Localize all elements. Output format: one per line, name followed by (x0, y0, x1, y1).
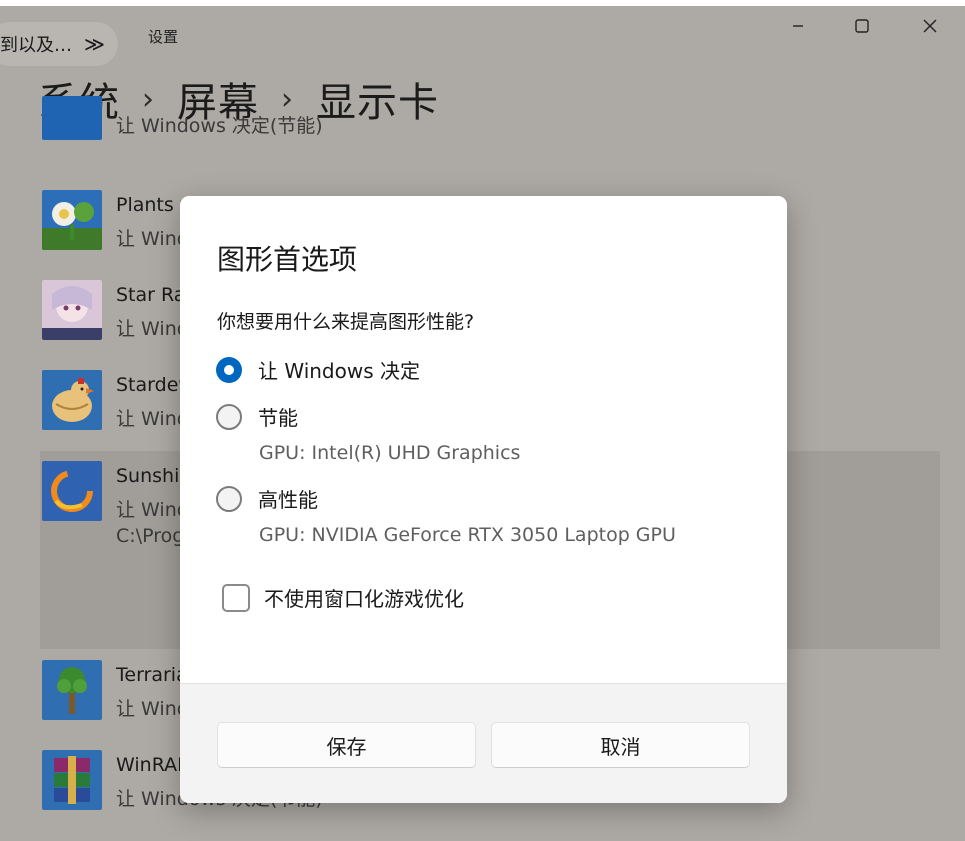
list-item[interactable]: 让 Windows 决定(节能) (40, 96, 940, 156)
dialog-question: 你想要用什么来提高图形性能? (217, 311, 475, 333)
gpu-description: GPU: Intel(R) UHD Graphics (259, 442, 521, 464)
radio-button-checked[interactable] (216, 356, 242, 383)
radio-button[interactable] (216, 403, 242, 430)
minimize-button[interactable] (776, 10, 820, 42)
checkbox-label: 不使用窗口化游戏优化 (264, 587, 464, 611)
checkbox[interactable] (222, 583, 250, 612)
tooltip: 到以及… ≫ (0, 22, 118, 66)
tooltip-text: 到以及… (0, 35, 72, 56)
radio-label: 高性能 (258, 488, 318, 512)
radio-power-saving[interactable]: 节能 (216, 402, 298, 431)
graphics-preference-dialog: 图形首选项 你想要用什么来提高图形性能? 让 Windows 决定 节能 GPU… (180, 196, 787, 803)
radio-label: 让 Windows 决定 (258, 359, 420, 383)
maximize-icon (855, 19, 869, 33)
cancel-button[interactable]: 取消 (491, 722, 750, 768)
close-icon (923, 19, 937, 33)
window-title: 设置 (148, 28, 179, 46)
app-icon (42, 96, 102, 140)
maximize-button[interactable] (840, 10, 884, 42)
plants-vs-zombies-icon (42, 190, 102, 250)
sunshine-icon (42, 461, 102, 521)
radio-label: 节能 (258, 406, 298, 430)
stardew-valley-icon (42, 370, 102, 430)
radio-high-performance[interactable]: 高性能 (216, 484, 318, 513)
dialog-footer: 保存 取消 (180, 683, 787, 803)
app-setting: 让 Windows 决定(节能) (116, 115, 323, 137)
terraria-icon (42, 660, 102, 720)
minimize-icon (793, 25, 803, 27)
dialog-title: 图形首选项 (217, 243, 358, 276)
title-bar: 设置 (0, 6, 965, 56)
star-rail-icon (42, 280, 102, 340)
double-chevron-icon[interactable]: ≫ (84, 32, 105, 56)
radio-let-windows-decide[interactable]: 让 Windows 决定 (216, 355, 420, 384)
radio-button[interactable] (216, 485, 242, 512)
save-button[interactable]: 保存 (217, 722, 476, 768)
checkbox-disable-windowed-optimizations[interactable]: 不使用窗口化游戏优化 (222, 583, 464, 612)
gpu-description: GPU: NVIDIA GeForce RTX 3050 Laptop GPU (259, 524, 676, 546)
app-name: Terraria (116, 664, 188, 686)
winrar-icon (42, 750, 102, 810)
close-button[interactable] (908, 10, 952, 42)
